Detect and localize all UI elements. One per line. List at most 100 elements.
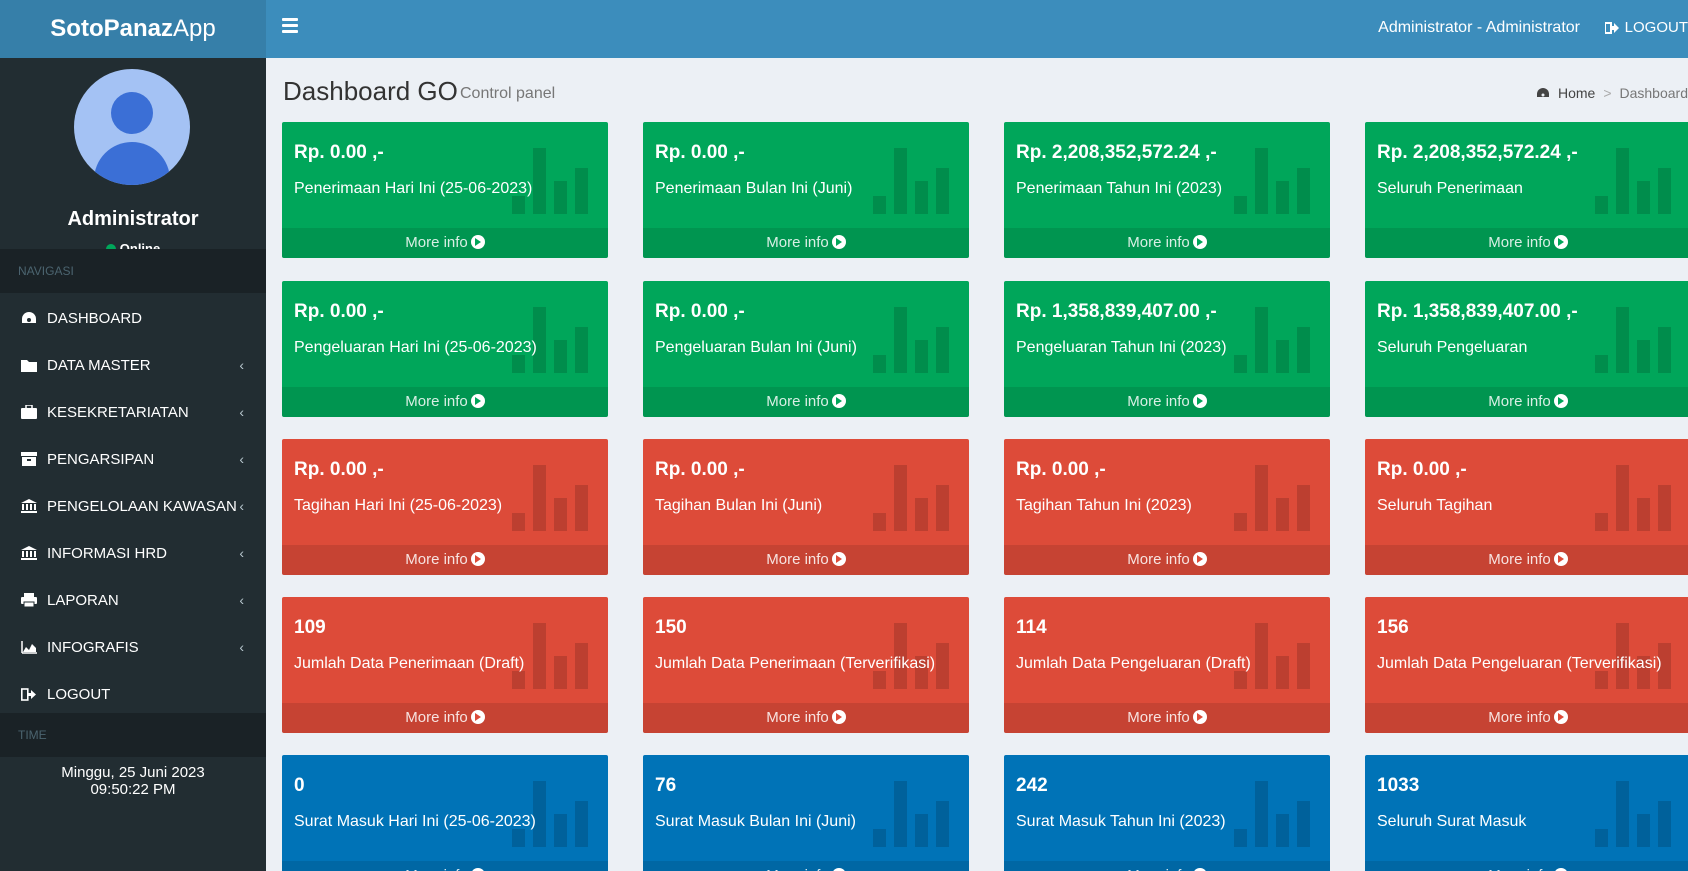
more-info-link[interactable]: More info [1004,703,1330,733]
info-box: Rp. 1,358,839,407.00 ,- Seluruh Pengeluar… [1365,281,1688,417]
chevron-left-icon: ‹ [239,592,244,608]
sidebar-toggle-icon[interactable] [282,18,298,38]
info-box: 0 Surat Masuk Hari Ini (25-06-2023) More i… [282,755,608,871]
sidebar-item-pengarsipan[interactable]: PENGARSIPAN ‹ [0,434,266,484]
info-box: 150 Jumlah Data Penerimaan (Terverifikasi… [643,597,969,733]
more-info-link[interactable]: More info [643,703,969,733]
more-info-link[interactable]: More info [282,228,608,258]
more-info-link[interactable]: More info [643,545,969,575]
sidebar-item-data-master[interactable]: DATA MASTER ‹ [0,340,266,390]
more-info-link[interactable]: More info [282,703,608,733]
print-icon [20,592,38,608]
more-info-link[interactable]: More info [1004,861,1330,871]
arrow-circle-right-icon [1553,394,1568,408]
more-info-label: More info [405,709,468,726]
folder-icon [20,357,38,373]
page-title: Dashboard GO [283,76,458,106]
top-logout-button[interactable]: LOGOUT [1604,19,1688,36]
sidebar-item-laporan[interactable]: LAPORAN ‹ [0,575,266,625]
info-box-label: Penerimaan Hari Ini (25-06-2023) [294,180,533,197]
more-info-label: More info [1127,709,1190,726]
info-box-value: 1033 [1377,775,1420,796]
sidebar-item-label: DASHBOARD [47,309,143,327]
sidebar-item-label: DATA MASTER [47,356,151,374]
info-box: 156 Jumlah Data Pengeluaran (Terverifikas… [1365,597,1688,733]
sidebar-item-label: INFOGRAFIS [47,638,139,656]
clock-time: 09:50:22 PM [90,781,176,798]
more-info-link[interactable]: More info [1365,861,1688,871]
sidebar-item-kesekretariatan[interactable]: KESEKRETARIATAN ‹ [0,387,266,437]
info-box-label: Pengeluaran Hari Ini (25-06-2023) [294,339,537,356]
more-info-label: More info [766,551,829,568]
breadcrumb-separator: > [1603,85,1612,101]
info-box: 114 Jumlah Data Pengeluaran (Draft) More i… [1004,597,1330,733]
sidebar-item-dashboard[interactable]: DASHBOARD [0,293,266,343]
info-box-label: Surat Masuk Hari Ini (25-06-2023) [294,813,536,830]
more-info-link[interactable]: More info [643,861,969,871]
more-info-link[interactable]: More info [643,387,969,417]
more-info-link[interactable]: More info [1365,228,1688,258]
bar-chart-icon [512,465,596,531]
more-info-link[interactable]: More info [1004,228,1330,258]
bar-chart-icon [1234,781,1318,847]
more-info-label: More info [1127,393,1190,410]
more-info-label: More info [766,709,829,726]
chevron-left-icon: ‹ [239,357,244,373]
arrow-circle-right-icon [1553,710,1568,724]
bar-chart-icon [873,307,957,373]
breadcrumb-current: Dashboard [1619,85,1688,101]
info-box-label: Jumlah Data Penerimaan (Draft) [294,655,525,672]
clock: Minggu, 25 Juni 2023 09:50:22 PM [0,764,266,798]
more-info-link[interactable]: More info [1365,545,1688,575]
info-box-value: 150 [655,617,687,638]
area-chart-icon [20,639,38,655]
top-navbar: Administrator - Administrator LOGOUT [266,0,1688,58]
time-header: TIME [0,713,266,757]
more-info-link[interactable]: More info [282,545,608,575]
more-info-label: More info [1488,551,1551,568]
info-box-value: 109 [294,617,326,638]
breadcrumb-home[interactable]: Home [1558,85,1595,101]
more-info-label: More info [405,551,468,568]
more-info-label: More info [1488,393,1551,410]
more-info-link[interactable]: More info [1365,703,1688,733]
more-info-link[interactable]: More info [282,387,608,417]
more-info-label: More info [1127,234,1190,251]
sidebar-item-logout[interactable]: LOGOUT [0,669,266,719]
info-box-label: Jumlah Data Pengeluaran (Draft) [1016,655,1251,672]
info-box-value: Rp. 0.00 ,- [294,142,384,163]
bar-chart-icon [873,148,957,214]
info-box-value: Rp. 0.00 ,- [655,301,745,322]
info-box-label: Tagihan Tahun Ini (2023) [1016,497,1192,514]
more-info-link[interactable]: More info [1004,545,1330,575]
info-box-value: Rp. 0.00 ,- [294,301,384,322]
sidebar-item-label: KESEKRETARIATAN [47,403,189,421]
archive-icon [20,451,38,467]
bar-chart-icon [1595,148,1679,214]
info-box-label: Pengeluaran Tahun Ini (2023) [1016,339,1227,356]
user-menu[interactable]: Administrator - Administrator [1378,19,1580,37]
sidebar-item-label: INFORMASI HRD [47,544,167,562]
more-info-link[interactable]: More info [643,228,969,258]
sidebar-item-pengelolaan-kawasan[interactable]: PENGELOLAAN KAWASAN ‹ [0,481,266,531]
chevron-left-icon: ‹ [239,451,244,467]
app-logo[interactable]: SotoPanaz App [0,0,266,58]
brand-light: App [172,15,216,42]
more-info-label: More info [766,393,829,410]
sidebar-user-name: Administrator [67,208,199,230]
sidebar-item-informasi-hrd[interactable]: INFORMASI HRD ‹ [0,528,266,578]
more-info-link[interactable]: More info [1004,387,1330,417]
chevron-left-icon: ‹ [239,404,244,420]
avatar [74,69,190,185]
more-info-link[interactable]: More info [1365,387,1688,417]
more-info-link[interactable]: More info [282,861,608,871]
info-box-label: Tagihan Bulan Ini (Juni) [655,497,823,514]
info-box-label: Surat Masuk Tahun Ini (2023) [1016,813,1226,830]
info-box: Rp. 1,358,839,407.00 ,- Pengeluaran Tahun… [1004,281,1330,417]
sidebar-item-infografis[interactable]: INFOGRAFIS ‹ [0,622,266,672]
arrow-circle-right-icon [1192,552,1207,566]
info-box: 76 Surat Masuk Bulan Ini (Juni) More info [643,755,969,871]
info-box: 1033 Seluruh Surat Masuk More info [1365,755,1688,871]
chevron-left-icon: ‹ [239,498,244,514]
info-box-value: Rp. 0.00 ,- [1377,459,1467,480]
